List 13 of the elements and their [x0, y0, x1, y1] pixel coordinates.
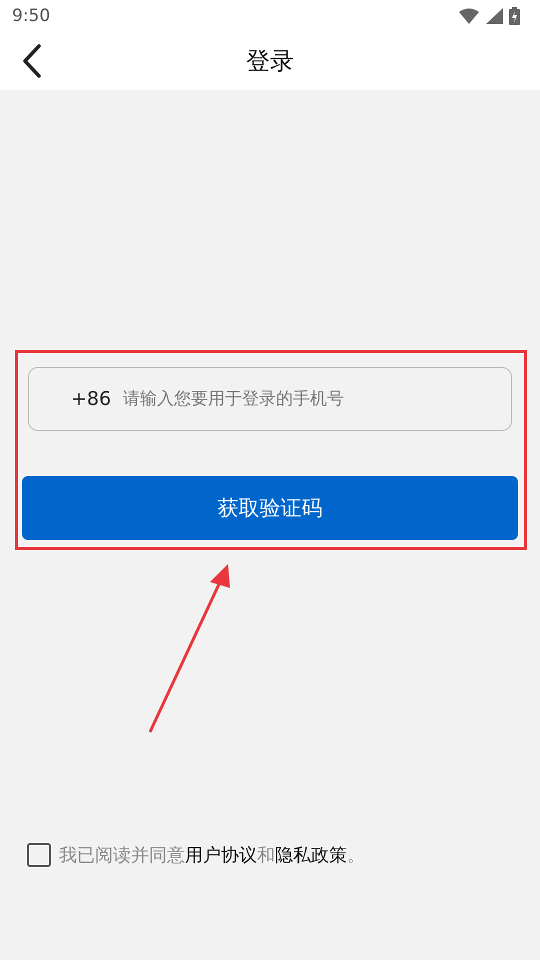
agreement-checkbox[interactable] — [27, 843, 51, 867]
agreement-text: 我已阅读并同意用户协议和隐私政策。 — [59, 844, 365, 867]
phone-input-field[interactable]: 请输入您要用于登录的手机号 — [123, 389, 504, 409]
page-title: 登录 — [246, 46, 294, 77]
get-code-button[interactable]: 获取验证码 — [22, 476, 518, 540]
battery-icon — [509, 7, 520, 25]
country-code: +86 — [71, 388, 112, 410]
signal-icon — [486, 8, 503, 24]
wifi-icon — [458, 8, 480, 24]
agreement-link[interactable]: 用户协议 — [185, 845, 257, 866]
status-time: 9:50 — [12, 6, 50, 26]
agreement-link[interactable]: 隐私政策 — [275, 845, 347, 866]
back-icon[interactable] — [22, 44, 42, 78]
